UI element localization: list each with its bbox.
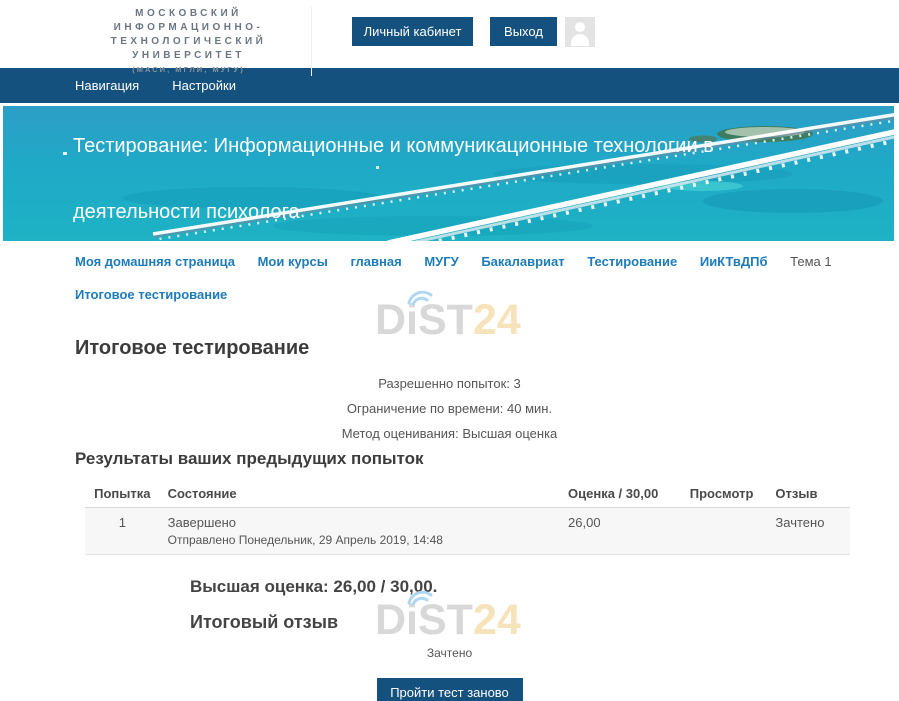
watermark-text: DiST24	[375, 301, 525, 339]
quiz-info: Разрешенно попыток: 3 Ограничение по вре…	[0, 371, 899, 446]
cell-grade: 26,00	[560, 508, 682, 555]
cell-attempt-number: 1	[85, 508, 160, 555]
col-header-grade: Оценка / 30,00	[560, 482, 682, 508]
logout-button[interactable]: Выход	[490, 17, 557, 46]
course-banner: Тестирование: Информационные и коммуника…	[3, 106, 894, 241]
overall-feedback-heading: Итоговый отзыв	[190, 612, 899, 633]
logo-line: УНИВЕРСИТЕТ	[72, 49, 305, 63]
breadcrumb-row: Итоговое тестирование	[75, 288, 899, 301]
table-row: 1 Завершено Отправлено Понедельник, 29 А…	[85, 508, 850, 555]
breadcrumb-item-topic: Тема 1	[790, 254, 831, 269]
course-title: Тестирование: Информационные и коммуника…	[73, 113, 741, 241]
quiz-title: Итоговое тестирование	[75, 337, 899, 360]
state-label: Завершено	[168, 515, 552, 530]
quiz-info-time-limit: Ограничение по времени: 40 мин.	[0, 396, 899, 421]
breadcrumb-link-home[interactable]: Моя домашняя страница	[75, 254, 235, 269]
logo-line: МОСКОВСКИЙ	[72, 7, 305, 21]
col-header-state: Состояние	[160, 482, 560, 508]
logo-line: ИНФОРМАЦИОННО-ТЕХНОЛОГИЧЕСКИЙ	[72, 21, 305, 49]
main-content: DiST24 Моя домашняя страница Мои курсы г…	[0, 241, 899, 701]
cell-feedback: Зачтено	[767, 508, 850, 555]
breadcrumb-link-testing[interactable]: Тестирование	[587, 254, 677, 269]
page-header: МОСКОВСКИЙ ИНФОРМАЦИОННО-ТЕХНОЛОГИЧЕСКИЙ…	[0, 0, 899, 68]
attempts-table-header: Попытка Состояние Оценка / 30,00 Просмот…	[85, 482, 850, 508]
breadcrumb: Моя домашняя страница Мои курсы главная …	[0, 241, 899, 301]
quiz-info-grading-method: Метод оценивания: Высшая оценка	[0, 421, 899, 446]
university-logo: МОСКОВСКИЙ ИНФОРМАЦИОННО-ТЕХНОЛОГИЧЕСКИЙ…	[72, 7, 312, 76]
overall-feedback-value: Зачтено	[0, 646, 899, 660]
breadcrumb-link-final-test[interactable]: Итоговое тестирование	[75, 287, 227, 302]
col-header-review: Просмотр	[682, 482, 768, 508]
col-header-attempt: Попытка	[85, 482, 160, 508]
avatar-person-icon	[575, 22, 585, 32]
logo-subtitle: (МАСИ, МГЛИ, МУГУ)	[72, 64, 305, 76]
quiz-info-attempts: Разрешенно попыток: 3	[0, 371, 899, 396]
nav-item-navigation[interactable]: Навигация	[75, 78, 139, 93]
cell-state: Завершено Отправлено Понедельник, 29 Апр…	[160, 508, 560, 555]
attempts-table: Попытка Состояние Оценка / 30,00 Просмот…	[85, 482, 850, 555]
breadcrumb-link-mugu[interactable]: МУГУ	[424, 254, 458, 269]
breadcrumb-link-main[interactable]: главная	[350, 254, 401, 269]
user-avatar[interactable]	[565, 17, 595, 47]
personal-cabinet-button[interactable]: Личный кабинет	[352, 17, 473, 46]
reattempt-button[interactable]: Пройти тест заново	[377, 678, 523, 701]
avatar-person-icon	[571, 34, 589, 46]
breadcrumb-row: Моя домашняя страница Мои курсы главная …	[75, 255, 899, 268]
nav-item-settings[interactable]: Настройки	[172, 78, 236, 93]
col-header-feedback: Отзыв	[767, 482, 850, 508]
breadcrumb-link-my-courses[interactable]: Мои курсы	[258, 254, 328, 269]
breadcrumb-link-course[interactable]: ИиКТвДПб	[700, 254, 768, 269]
results-heading: Результаты ваших предыдущих попыток	[75, 448, 899, 469]
best-grade-text: Высшая оценка: 26,00 / 30,00.	[190, 577, 899, 597]
state-detail: Отправлено Понедельник, 29 Апрель 2019, …	[168, 533, 552, 547]
cell-review	[682, 508, 768, 555]
breadcrumb-link-bachelor[interactable]: Бакалавриат	[481, 254, 564, 269]
